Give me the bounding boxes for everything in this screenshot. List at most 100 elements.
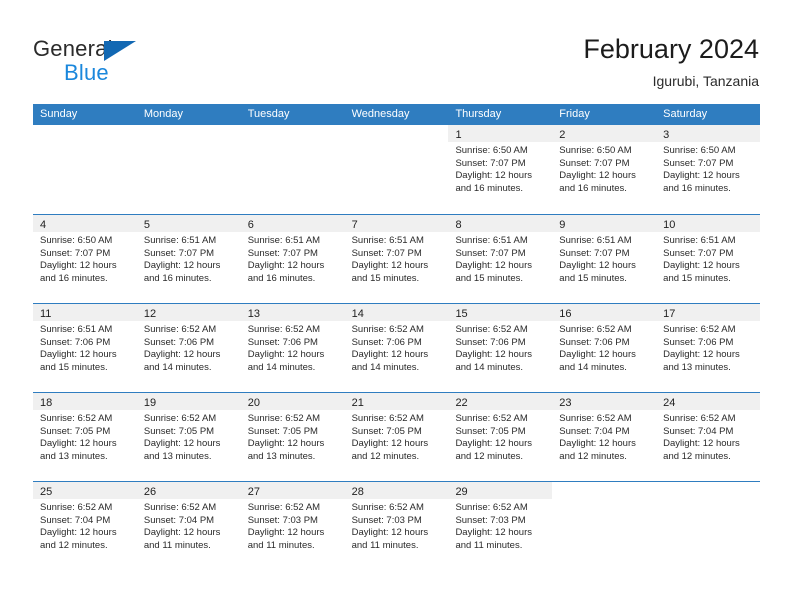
- day-number-band: 9: [552, 215, 657, 232]
- day-sun-info: Sunrise: 6:52 AM Sunset: 7:05 PM Daylight:…: [33, 410, 137, 463]
- day-number: 25: [40, 486, 53, 498]
- day-sun-info: Sunrise: 6:52 AM Sunset: 7:03 PM Daylight:…: [448, 499, 552, 552]
- calendar-day-cell[interactable]: 23 Sunrise: 6:52 AM Sunset: 7:04 PM Dayligh…: [552, 393, 657, 481]
- day-number: 26: [143, 486, 157, 498]
- calendar-day-cell[interactable]: 15 Sunrise: 6:52 AM Sunset: 7:06 PM Dayligh…: [448, 304, 553, 392]
- day-sun-info: Sunrise: 6:51 AM Sunset: 7:06 PM Daylight:…: [33, 321, 137, 374]
- day-sunrise-text: Sunrise: 6:52 AM: [663, 324, 736, 335]
- day-sunset-text: Sunset: 7:03 PM: [455, 514, 526, 526]
- calendar-day-cell[interactable]: 22 Sunrise: 6:52 AM Sunset: 7:05 PM Dayligh…: [448, 393, 553, 481]
- day-daylight-2-text: and 11 minutes.: [351, 539, 419, 551]
- day-sun-info: Sunrise: 6:51 AM Sunset: 7:07 PM Daylight:…: [448, 232, 552, 285]
- day-daylight-2-text: and 15 minutes.: [351, 272, 420, 284]
- calendar-day-cell[interactable]: 4 Sunrise: 6:50 AM Sunset: 7:07 PM Daylight…: [33, 215, 137, 303]
- day-sunset-text: Sunset: 7:05 PM: [455, 425, 526, 437]
- calendar-day-cell[interactable]: 1 Sunrise: 6:50 AM Sunset: 7:07 PM Daylight…: [448, 125, 553, 214]
- calendar-day-cell[interactable]: 26 Sunrise: 6:52 AM Sunset: 7:04 PM Dayligh…: [136, 482, 241, 570]
- day-sun-info: Sunrise: 6:52 AM Sunset: 7:04 PM Daylight:…: [33, 499, 137, 552]
- day-number: 29: [455, 486, 468, 498]
- day-sunset-text: Sunset: 7:07 PM: [351, 247, 422, 259]
- title-block: February 2024 Igurubi, Tanzania: [583, 33, 759, 91]
- calendar-day-cell[interactable]: 3 Sunrise: 6:50 AM Sunset: 7:07 PM Daylight…: [656, 125, 761, 214]
- day-sunrise-text: Sunrise: 6:50 AM: [559, 145, 632, 156]
- day-daylight-1-text: Daylight: 12 hours: [559, 260, 636, 272]
- day-number-band: 28: [344, 482, 449, 499]
- logo-text-blue: Blue: [64, 60, 109, 85]
- day-number-band: [33, 125, 137, 142]
- day-daylight-1-text: Daylight: 12 hours: [663, 438, 740, 450]
- logo-triangle-icon: [104, 41, 136, 61]
- day-sunset-text: Sunset: 7:04 PM: [143, 514, 215, 526]
- weekday-header-sunday: Sunday: [40, 108, 78, 120]
- day-sunrise-text: Sunrise: 6:50 AM: [663, 145, 736, 156]
- calendar-day-cell[interactable]: 28 Sunrise: 6:52 AM Sunset: 7:03 PM Dayligh…: [344, 482, 449, 570]
- day-number-band: [552, 482, 657, 499]
- calendar-day-cell[interactable]: 18 Sunrise: 6:52 AM Sunset: 7:05 PM Dayligh…: [33, 393, 137, 481]
- calendar-day-cell-empty: [33, 125, 137, 214]
- calendar-day-cell[interactable]: 29 Sunrise: 6:52 AM Sunset: 7:03 PM Dayligh…: [448, 482, 553, 570]
- day-sun-info: Sunrise: 6:52 AM Sunset: 7:04 PM Daylight:…: [656, 410, 760, 463]
- day-number-band: 25: [33, 482, 137, 499]
- day-sun-info: Sunrise: 6:52 AM Sunset: 7:05 PM Daylight:…: [345, 410, 449, 463]
- calendar-day-cell[interactable]: 6 Sunrise: 6:51 AM Sunset: 7:07 PM Daylight…: [240, 215, 345, 303]
- calendar-week-row: 11 Sunrise: 6:51 AM Sunset: 7:06 PM Dayligh…: [33, 303, 761, 392]
- day-daylight-2-text: and 14 minutes.: [143, 361, 212, 373]
- calendar-day-cell[interactable]: 13 Sunrise: 6:52 AM Sunset: 7:06 PM Dayligh…: [240, 304, 345, 392]
- calendar-page: General Blue February 2024 Igurubi, Tanz…: [0, 0, 792, 612]
- calendar-day-cell[interactable]: 20 Sunrise: 6:52 AM Sunset: 7:05 PM Dayligh…: [240, 393, 345, 481]
- day-number: 17: [663, 308, 676, 320]
- calendar-week-row: 25 Sunrise: 6:52 AM Sunset: 7:04 PM Dayligh…: [33, 481, 761, 570]
- calendar-day-cell[interactable]: 8 Sunrise: 6:51 AM Sunset: 7:07 PM Daylight…: [448, 215, 553, 303]
- day-number-band: 10: [656, 215, 761, 232]
- day-sunrise-text: Sunrise: 6:52 AM: [351, 502, 424, 513]
- day-daylight-2-text: and 13 minutes.: [40, 450, 108, 462]
- calendar-day-cell[interactable]: 21 Sunrise: 6:52 AM Sunset: 7:05 PM Dayligh…: [344, 393, 449, 481]
- day-sunset-text: Sunset: 7:07 PM: [663, 247, 734, 259]
- page-header: General Blue February 2024 Igurubi, Tanz…: [0, 0, 792, 100]
- calendar-day-cell[interactable]: 2 Sunrise: 6:50 AM Sunset: 7:07 PM Daylight…: [552, 125, 657, 214]
- calendar-day-cell[interactable]: 14 Sunrise: 6:52 AM Sunset: 7:06 PM Dayligh…: [344, 304, 449, 392]
- day-daylight-1-text: Daylight: 12 hours: [455, 527, 533, 539]
- calendar-day-cell[interactable]: 17 Sunrise: 6:52 AM Sunset: 7:06 PM Dayligh…: [656, 304, 761, 392]
- day-sunrise-text: Sunrise: 6:51 AM: [40, 324, 113, 335]
- calendar-day-cell[interactable]: 5 Sunrise: 6:51 AM Sunset: 7:07 PM Daylight…: [136, 215, 241, 303]
- day-sun-info: Sunrise: 6:50 AM Sunset: 7:07 PM Daylight:…: [33, 232, 137, 285]
- day-sun-info: Sunrise: 6:52 AM Sunset: 7:06 PM Daylight:…: [137, 321, 241, 374]
- day-number-band: 19: [136, 393, 241, 410]
- day-number: 15: [455, 308, 468, 320]
- calendar-day-cell[interactable]: 11 Sunrise: 6:51 AM Sunset: 7:06 PM Dayligh…: [33, 304, 137, 392]
- day-daylight-1-text: Daylight: 12 hours: [663, 349, 740, 361]
- day-sunrise-text: Sunrise: 6:51 AM: [455, 235, 528, 246]
- calendar-day-cell[interactable]: 12 Sunrise: 6:52 AM Sunset: 7:06 PM Dayligh…: [136, 304, 241, 392]
- weekday-header-monday: Monday: [143, 108, 183, 120]
- day-number-band: 14: [344, 304, 449, 321]
- day-number: 16: [559, 308, 572, 320]
- day-daylight-2-text: and 15 minutes.: [559, 272, 627, 284]
- calendar-day-cell[interactable]: 24 Sunrise: 6:52 AM Sunset: 7:04 PM Dayligh…: [656, 393, 761, 481]
- day-sunset-text: Sunset: 7:05 PM: [247, 425, 318, 437]
- day-sunset-text: Sunset: 7:06 PM: [559, 336, 630, 348]
- calendar-day-cell[interactable]: 19 Sunrise: 6:52 AM Sunset: 7:05 PM Dayligh…: [136, 393, 241, 481]
- day-daylight-2-text: and 12 minutes.: [663, 450, 731, 462]
- day-number: 24: [663, 397, 676, 409]
- calendar-day-cell[interactable]: 7 Sunrise: 6:51 AM Sunset: 7:07 PM Daylight…: [344, 215, 449, 303]
- day-sunrise-text: Sunrise: 6:52 AM: [455, 413, 528, 424]
- day-number: 5: [143, 219, 150, 231]
- day-daylight-2-text: and 12 minutes.: [559, 450, 627, 462]
- day-sunrise-text: Sunrise: 6:51 AM: [143, 235, 217, 246]
- day-number-band: 12: [136, 304, 241, 321]
- day-number: 28: [351, 486, 364, 498]
- calendar-day-cell[interactable]: 16 Sunrise: 6:52 AM Sunset: 7:06 PM Dayligh…: [552, 304, 657, 392]
- day-number: 1: [455, 129, 462, 141]
- calendar-day-cell[interactable]: 27 Sunrise: 6:52 AM Sunset: 7:03 PM Dayligh…: [240, 482, 345, 570]
- day-sunrise-text: Sunrise: 6:52 AM: [351, 413, 424, 424]
- day-sunrise-text: Sunrise: 6:50 AM: [455, 145, 528, 156]
- day-number: 23: [559, 397, 572, 409]
- day-daylight-1-text: Daylight: 12 hours: [40, 438, 117, 450]
- calendar-day-cell[interactable]: 25 Sunrise: 6:52 AM Sunset: 7:04 PM Dayligh…: [33, 482, 137, 570]
- calendar-day-cell[interactable]: 10 Sunrise: 6:51 AM Sunset: 7:07 PM Dayligh…: [656, 215, 761, 303]
- day-number-band: 7: [344, 215, 449, 232]
- calendar-day-cell[interactable]: 9 Sunrise: 6:51 AM Sunset: 7:07 PM Daylight…: [552, 215, 657, 303]
- day-number-band: [240, 125, 345, 142]
- calendar-weeks: 1 Sunrise: 6:50 AM Sunset: 7:07 PM Daylight…: [33, 125, 761, 570]
